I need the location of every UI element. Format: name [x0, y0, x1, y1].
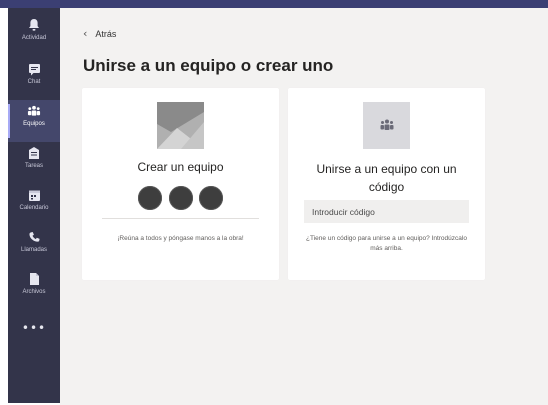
avatar	[199, 186, 223, 210]
create-team-description: ¡Reúna a todos y póngase manos a la obra…	[117, 235, 244, 242]
calendar-icon	[27, 188, 41, 202]
avatar	[168, 186, 193, 210]
avatar	[138, 186, 162, 210]
rail-item-files[interactable]: Archivos	[8, 268, 60, 310]
back-label: Atrás	[95, 28, 117, 39]
rail-item-label: Archivos	[22, 289, 46, 295]
rail-item-chat[interactable]: Chat	[8, 58, 60, 100]
rail-item-calendar[interactable]: Calendario	[8, 184, 60, 226]
create-team-title: Crear un equipo	[137, 160, 224, 174]
rail-item-label: Tareas	[24, 163, 43, 169]
assignments-icon	[27, 146, 41, 160]
chat-icon	[27, 62, 41, 76]
rail-item-calls[interactable]: Llamadas	[8, 226, 60, 268]
rail-item-label: Chat	[27, 79, 41, 85]
rail-item-activity[interactable]: Actividad	[8, 14, 60, 56]
teams-icon	[27, 104, 41, 118]
phone-icon	[27, 230, 41, 244]
app-rail: Actividad Chat Equipos Tareas Calendario…	[8, 8, 60, 403]
page-title: Unirse a un equipo o crear uno	[83, 56, 334, 75]
chevron-left-icon: ‹	[83, 27, 88, 40]
rail-item-teams[interactable]: Equipos	[8, 100, 60, 142]
rail-item-label: Llamadas	[20, 247, 47, 253]
rail-item-label: Actividad	[21, 35, 47, 41]
more-apps-button[interactable]: •••	[8, 321, 60, 335]
main-pane: ‹ Atrás Unirse a un equipo o crear uno C…	[60, 8, 548, 405]
rail-item-assignments[interactable]: Tareas	[8, 142, 60, 184]
title-bar	[0, 0, 548, 8]
rail-item-label: Calendario	[19, 205, 49, 211]
join-team-title: Unirse a un equipo con un código	[316, 162, 457, 194]
join-team-image	[363, 102, 410, 149]
bell-icon	[27, 18, 41, 32]
rail-item-label: Equipos	[23, 121, 45, 127]
create-team-card[interactable]: Crear un equipo ¡Reúna a todos y póngase…	[82, 88, 279, 280]
join-team-description: ¿Tiene un código para unirse a un equipo…	[306, 235, 467, 252]
files-icon	[27, 272, 41, 286]
team-code-input[interactable]	[304, 200, 469, 223]
teams-icon	[379, 116, 395, 135]
create-team-image	[157, 102, 204, 149]
back-link[interactable]: ‹ Atrás	[83, 28, 116, 39]
card-divider	[102, 218, 259, 219]
member-avatars	[138, 186, 223, 210]
join-team-card: Unirse a un equipo con un código ¿Tiene …	[288, 88, 485, 280]
